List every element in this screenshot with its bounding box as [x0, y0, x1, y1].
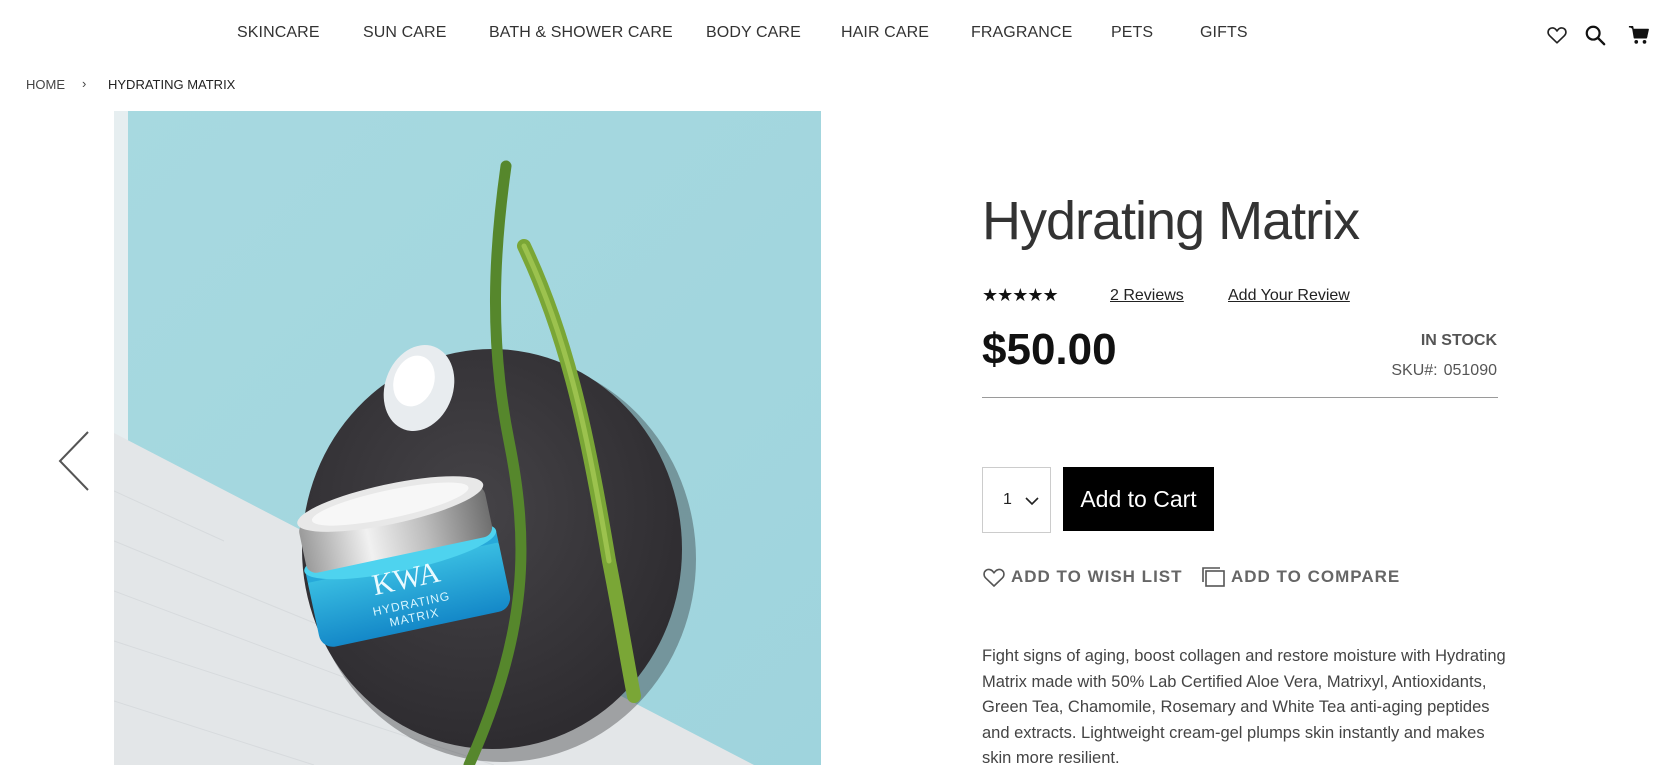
quantity-select[interactable]: 1 [982, 467, 1051, 533]
gallery-prev-arrow-icon[interactable] [56, 430, 94, 492]
sku-value: 051090 [1443, 362, 1497, 379]
stock-status: IN STOCK [1420, 332, 1497, 349]
nav-hair-care[interactable]: HAIR CARE [841, 24, 929, 42]
heart-icon [983, 568, 1005, 587]
compare-icon [1202, 567, 1225, 587]
nav-bath-shower-care[interactable]: BATH & SHOWER CARE [489, 24, 673, 42]
compare-label: ADD TO COMPARE [1231, 567, 1401, 586]
nav-gifts[interactable]: GIFTS [1200, 24, 1248, 42]
product-image: KWA HYDRATING MATRIX [114, 111, 821, 765]
reviews-link[interactable]: 2 Reviews [1110, 287, 1184, 305]
nav-fragrance[interactable]: FRAGRANCE [971, 24, 1072, 42]
nav-skincare[interactable]: SKINCARE [237, 24, 320, 42]
quantity-value: 1 [1003, 491, 1012, 508]
nav-body-care[interactable]: BODY CARE [706, 24, 801, 42]
nav-pets[interactable]: PETS [1111, 24, 1153, 42]
chevron-right-icon: › [82, 76, 87, 91]
nav-sun-care[interactable]: SUN CARE [363, 24, 446, 42]
wishlist-label: ADD TO WISH LIST [1011, 567, 1183, 586]
add-to-cart-button[interactable]: Add to Cart [1063, 467, 1214, 531]
breadcrumb-home[interactable]: HOME [26, 77, 65, 92]
divider [982, 397, 1498, 398]
top-navigation: SKINCARE SUN CARE BATH & SHOWER CARE BOD… [0, 0, 1680, 70]
search-icon[interactable] [1584, 24, 1606, 46]
chevron-down-icon [1025, 494, 1039, 508]
cart-icon[interactable] [1628, 24, 1650, 46]
product-description: Fight signs of aging, boost collagen and… [982, 647, 1506, 765]
add-review-link[interactable]: Add Your Review [1228, 287, 1350, 305]
breadcrumb-current: HYDRATING MATRIX [108, 77, 236, 92]
heart-icon[interactable] [1546, 24, 1568, 46]
sku: SKU#: 051090 [1391, 362, 1497, 380]
product-title: Hydrating Matrix [982, 191, 1360, 251]
rating-stars-icon: ★★★★★ [982, 285, 1059, 305]
product-price: $50.00 [982, 325, 1117, 374]
sku-label: SKU#: [1391, 362, 1438, 379]
